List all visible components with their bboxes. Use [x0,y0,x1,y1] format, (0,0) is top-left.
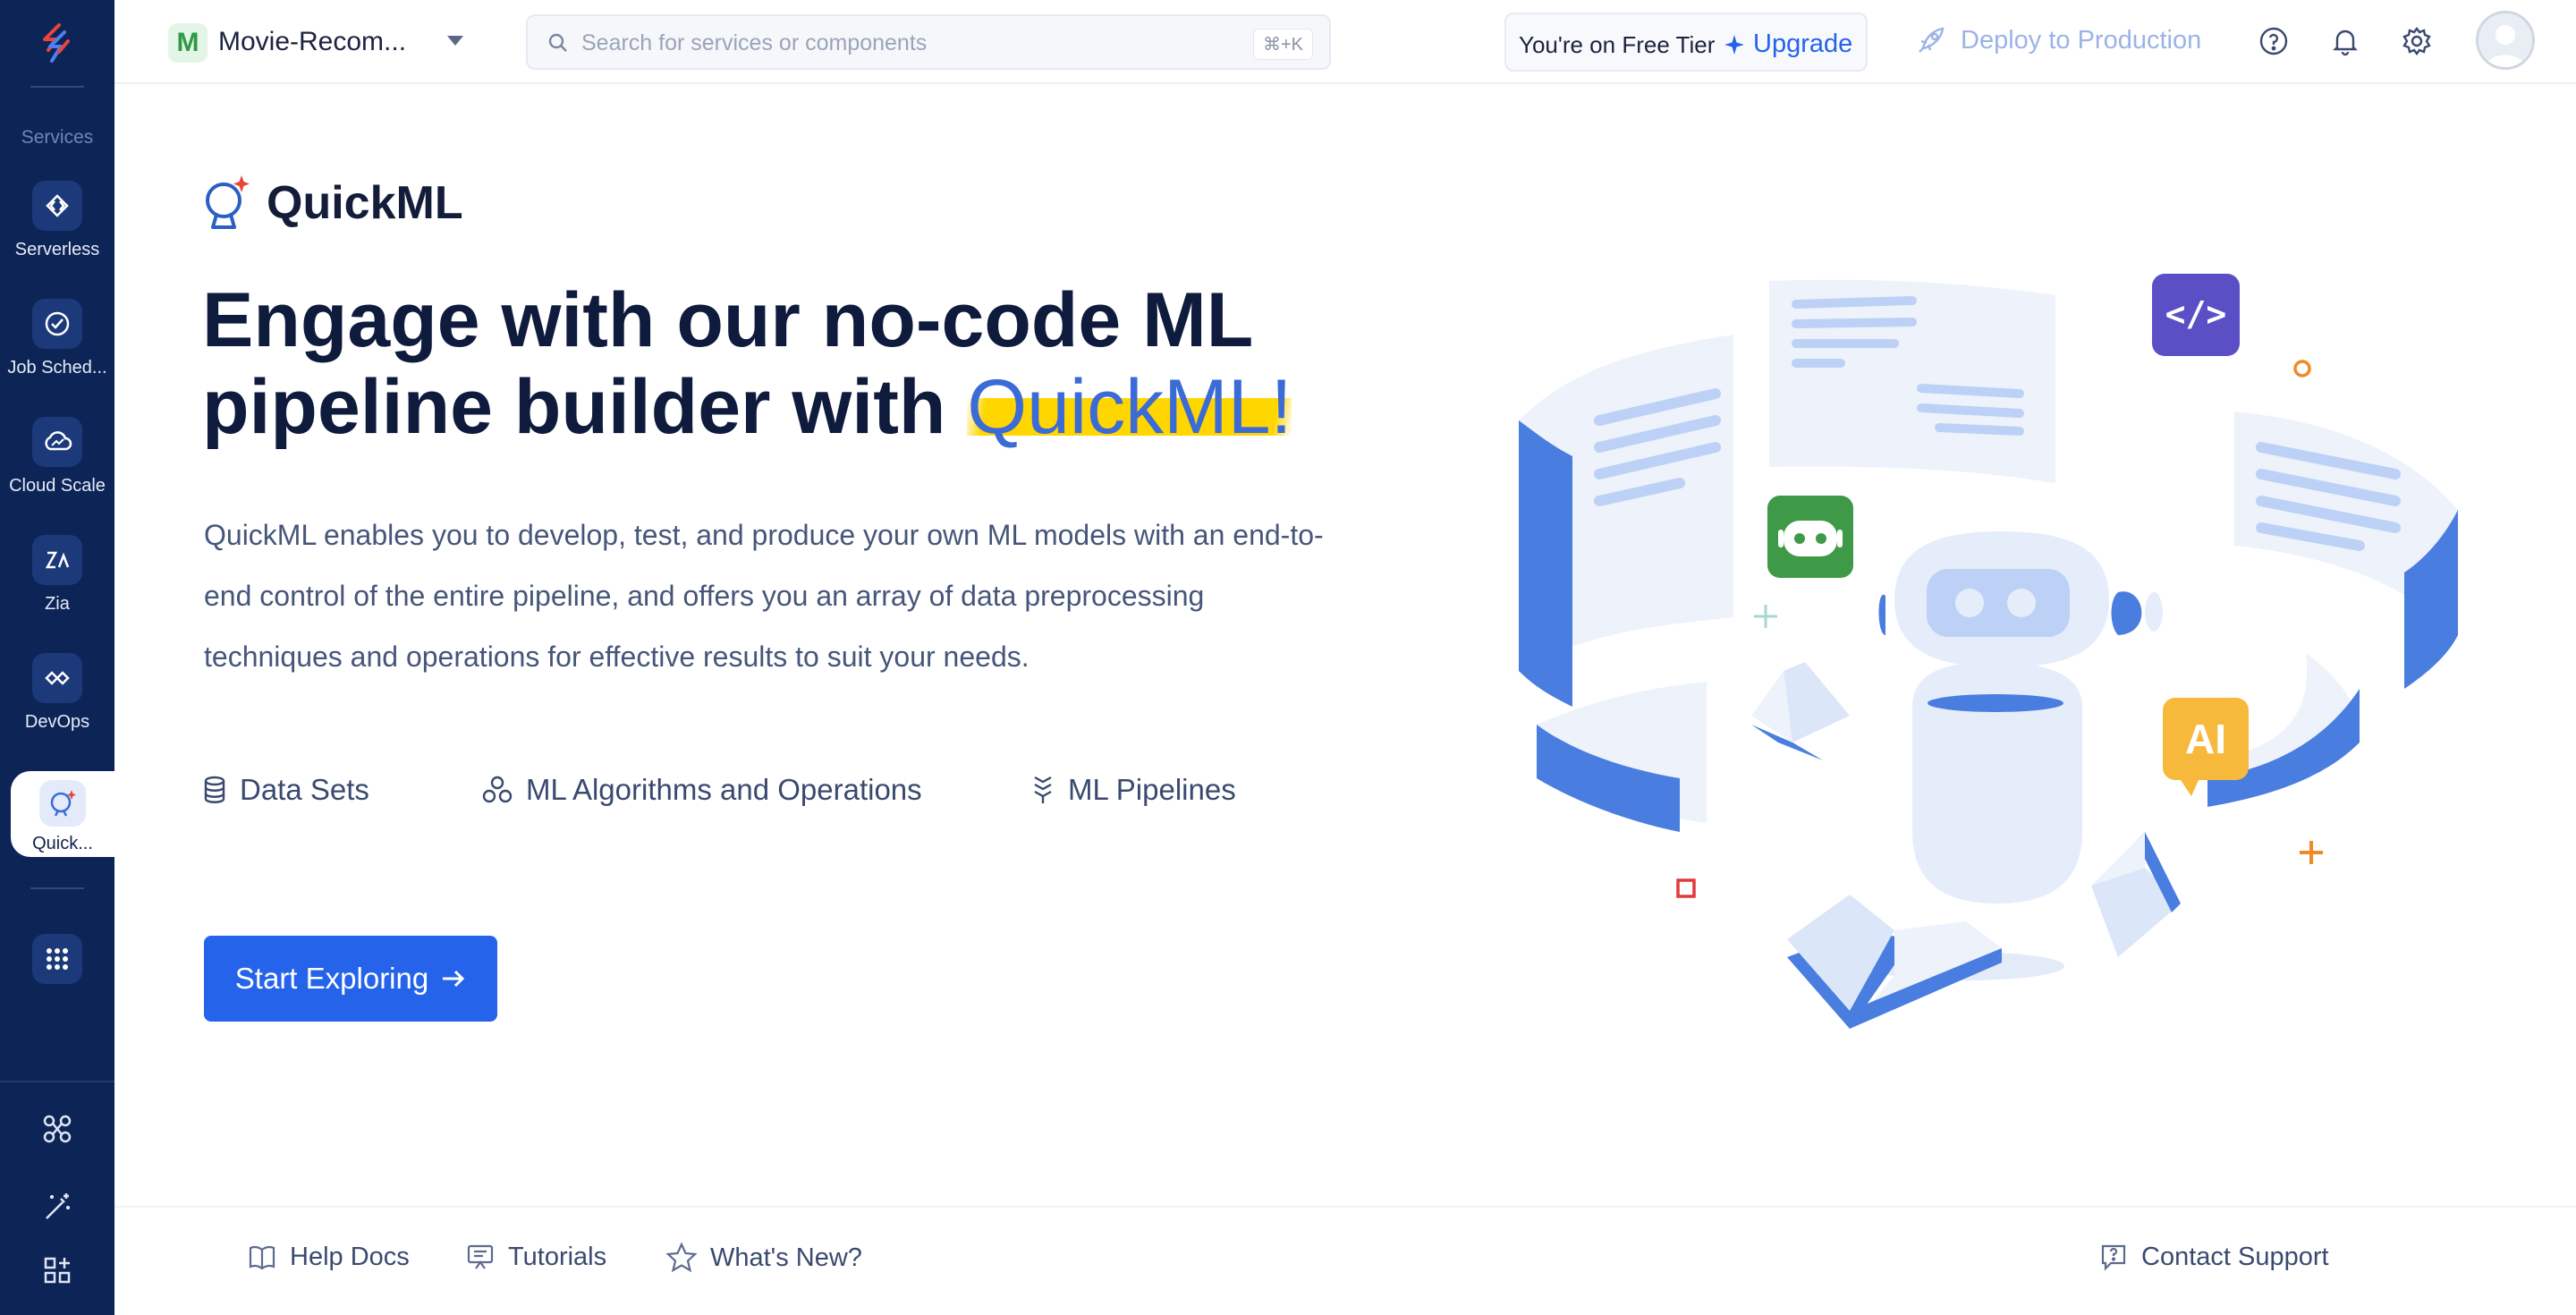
sparkle-icon [1724,34,1744,55]
upgrade-label: Upgrade [1753,30,1853,58]
database-icon [204,776,225,803]
catalyst-logo-icon[interactable] [32,20,82,70]
feature-ml-pipelines: ML Pipelines [1030,773,1236,807]
sidebar-item-label: Job Sched... [7,358,107,378]
sidebar: Services Serverless Job Sched... Cloud S… [0,0,114,1315]
quickml-icon [39,780,86,827]
help-docs-label: Help Docs [290,1242,410,1271]
feature-ml-algorithms: ML Algorithms and Operations [481,773,1030,807]
free-tier-banner: You're on Free Tier Upgrade [1504,13,1868,72]
sidebar-item-quickml[interactable]: Quick... [11,771,114,857]
document-panel-left [1519,335,1733,707]
top-bar: M Movie-Recom... ⌘+K You're on Free Tier… [114,0,2576,84]
whats-new-link[interactable]: What's New? [665,1242,862,1274]
project-name[interactable]: Movie-Recom... [218,27,406,57]
sidebar-item-job-scheduling[interactable]: Job Sched... [0,292,114,403]
feature-label: ML Pipelines [1068,773,1236,806]
main-panel: M Movie-Recom... ⌘+K You're on Free Tier… [114,0,2576,1315]
sidebar-divider [30,887,84,889]
description: QuickML enables you to develop, test, an… [204,519,1324,673]
magic-wand-icon[interactable] [39,1188,75,1224]
plus-decoration [2300,841,2323,864]
search-box[interactable]: ⌘+K [526,14,1331,70]
feature-label: ML Algorithms and Operations [526,773,922,806]
chevron-down-icon[interactable] [447,36,463,46]
feature-list: Data Sets ML Algorithms and Operations M… [202,773,1236,807]
footer: Help Docs Tutorials What's New? Contact … [114,1206,2576,1315]
document-panel-right [2234,411,2458,689]
gear-icon[interactable] [2401,25,2433,57]
bot-badge [1767,496,1853,578]
tutorials-link[interactable]: Tutorials [465,1242,606,1272]
feature-label: Data Sets [240,773,369,806]
sidebar-divider [30,86,84,88]
all-services-grid-icon[interactable] [32,934,82,984]
contact-support-label: Contact Support [2141,1242,2329,1271]
star-icon [665,1242,698,1273]
sidebar-section-label: Services [21,127,94,148]
whats-new-label: What's New? [710,1243,862,1272]
help-icon[interactable] [2258,25,2290,57]
code-badge: </> [2152,274,2240,356]
bell-icon[interactable] [2329,25,2361,57]
job-scheduling-icon [32,299,82,349]
search-icon [547,32,569,58]
code-badge-text: </> [2165,294,2227,334]
support-chat-icon [2101,1244,2126,1271]
help-docs-link[interactable]: Help Docs [247,1242,410,1272]
zia-icon [32,535,82,585]
quickml-illustration: </> AI [1519,274,2458,1029]
cloud-scale-icon [32,417,82,467]
sidebar-item-label: Quick... [32,834,93,853]
sidebar-divider [0,1081,114,1082]
avatar[interactable] [2476,11,2535,70]
cta-label: Start Exploring [234,962,429,995]
rocket-icon [1919,27,1945,53]
sidebar-item-label: Cloud Scale [9,476,106,496]
arrow-right-icon [443,970,465,988]
project-avatar[interactable]: M [168,23,208,63]
headline-highlight: QuickML! [967,364,1292,450]
ai-badge-text: AI [2185,716,2226,762]
sidebar-item-label: DevOps [24,712,90,732]
presentation-icon [467,1244,494,1269]
document-panel-center [1769,279,2055,483]
book-icon [1751,662,1850,760]
plus-decoration [1754,605,1777,628]
brand-name: QuickML [267,177,463,229]
quickml-logo-icon [206,175,250,229]
sidebar-item-label: Zia [45,594,70,614]
search-input[interactable] [581,27,1208,59]
upgrade-button[interactable]: Upgrade [1723,30,1852,59]
robot-icon [1878,531,2163,904]
book-icon [1787,895,2002,1029]
contact-support-link[interactable]: Contact Support [2098,1242,2329,1272]
integrations-icon[interactable] [39,1111,75,1147]
book-icon [2091,832,2181,957]
quickml-brand: QuickML [200,174,463,233]
square-decoration [1676,878,1696,898]
pipeline-icon [1034,776,1052,803]
circle-decoration [2293,360,2311,378]
sidebar-item-cloud-scale[interactable]: Cloud Scale [0,410,114,521]
deploy-label: Deploy to Production [1961,25,2202,55]
tutorials-label: Tutorials [508,1242,607,1271]
page-title: Engage with our no-code ML pipeline buil… [202,277,1365,451]
devops-icon [32,653,82,703]
sidebar-item-label: Serverless [14,240,100,259]
book-open-icon [249,1245,275,1270]
sidebar-item-devops[interactable]: DevOps [0,646,114,757]
add-widget-icon[interactable] [39,1252,75,1288]
algorithms-icon [482,776,513,803]
tier-text: You're on Free Tier [1519,31,1716,58]
sidebar-item-zia[interactable]: Zia [0,528,114,639]
start-exploring-button[interactable]: Start Exploring [204,936,497,1022]
serverless-icon [32,181,82,231]
search-shortcut: ⌘+K [1252,29,1313,60]
deploy-to-production-button[interactable]: Deploy to Production [1916,25,2201,55]
feature-data-sets: Data Sets [202,773,481,807]
sidebar-item-serverless[interactable]: Serverless [0,174,114,284]
